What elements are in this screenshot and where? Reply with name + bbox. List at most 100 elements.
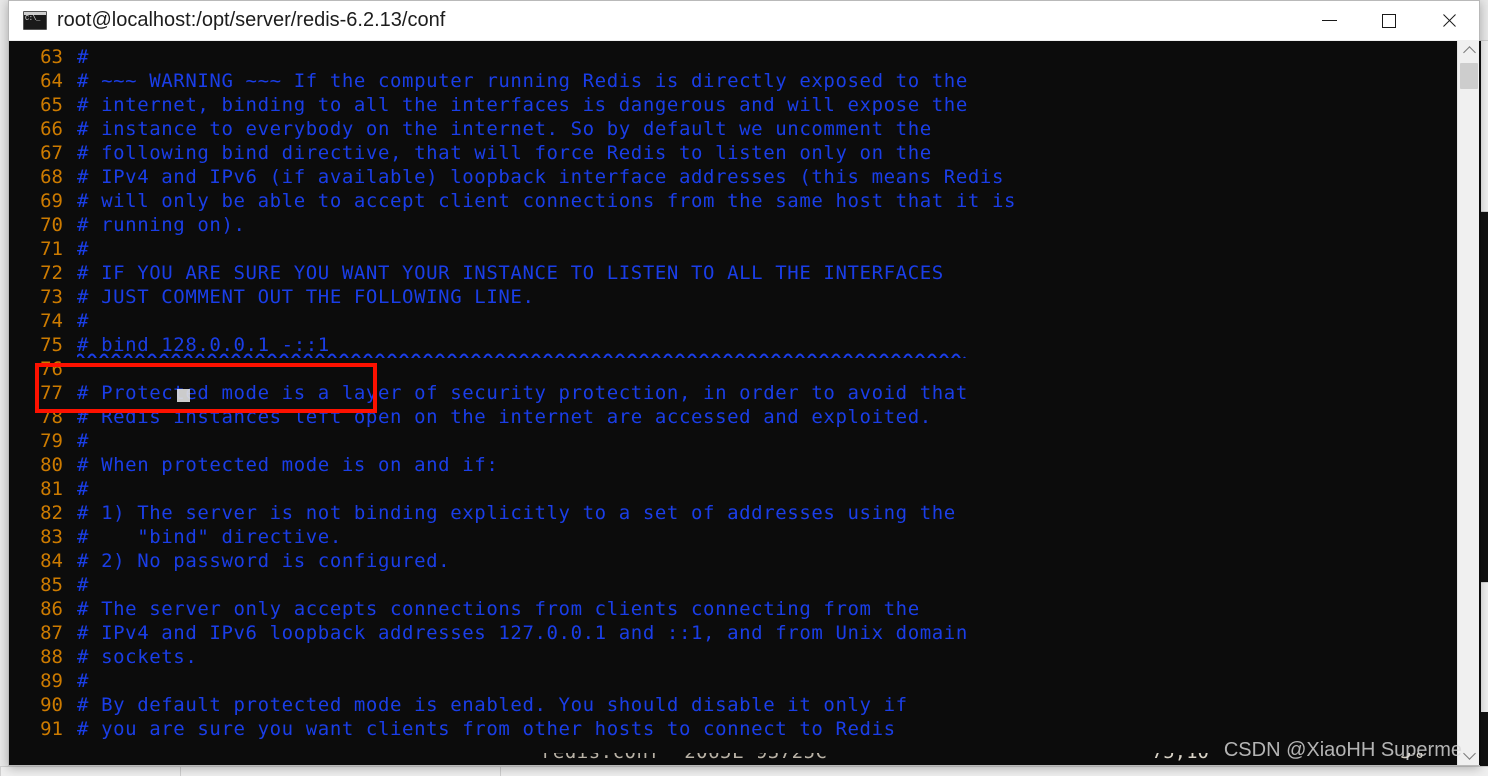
line-number: 78 bbox=[40, 406, 63, 428]
line-number: 91 bbox=[40, 718, 63, 740]
editor-line[interactable]: 84 # 2) No password is configured. bbox=[27, 549, 1016, 573]
maximize-button[interactable] bbox=[1359, 1, 1419, 41]
editor-line[interactable]: 76 bbox=[27, 357, 1016, 381]
maximize-icon bbox=[1382, 13, 1396, 28]
editor-line[interactable]: 73 # JUST COMMENT OUT THE FOLLOWING LINE. bbox=[27, 285, 1016, 309]
line-content: # When protected mode is on and if: bbox=[77, 454, 499, 476]
line-number: 89 bbox=[40, 670, 63, 692]
line-content: # bbox=[77, 430, 90, 452]
line-number: 68 bbox=[40, 166, 63, 188]
editor-line[interactable]: 69 # will only be able to accept client c… bbox=[27, 189, 1016, 213]
line-number: 67 bbox=[40, 142, 63, 164]
editor-line[interactable]: 81 # bbox=[27, 477, 1016, 501]
editor-line[interactable]: 86 # The server only accepts connections … bbox=[27, 597, 1016, 621]
cursor-position-indicator: 75,10 bbox=[1152, 753, 1209, 763]
editor-line[interactable]: 72 # IF YOU ARE SURE YOU WANT YOUR INSTAN… bbox=[27, 261, 1016, 285]
line-content: # will only be able to accept client con… bbox=[77, 190, 1017, 212]
line-number: 69 bbox=[40, 190, 63, 212]
window-titlebar[interactable]: root@localhost:/opt/server/redis-6.2.13/… bbox=[9, 1, 1479, 41]
window-controls bbox=[1299, 1, 1479, 41]
editor-line[interactable]: 71 # bbox=[27, 237, 1016, 261]
editor-line[interactable]: 82 # 1) The server is not binding explici… bbox=[27, 501, 1016, 525]
line-number: 84 bbox=[40, 550, 63, 572]
editor-line[interactable]: 74 # bbox=[27, 309, 1016, 333]
line-content: # sockets. bbox=[77, 646, 198, 668]
scrollbar-thumb[interactable] bbox=[1460, 63, 1478, 89]
window-title: root@localhost:/opt/server/redis-6.2.13/… bbox=[57, 9, 446, 31]
line-number: 87 bbox=[40, 622, 63, 644]
line-number: 82 bbox=[40, 502, 63, 524]
editor-line[interactable]: 67 # following bind directive, that will … bbox=[27, 141, 1016, 165]
scrollbar-down-button[interactable] bbox=[1458, 745, 1480, 765]
editor-line[interactable]: 70 # running on). bbox=[27, 213, 1016, 237]
line-content: # By default protected mode is enabled. … bbox=[77, 694, 908, 716]
line-content: # instance to everybody on the internet.… bbox=[77, 118, 932, 140]
editor-line[interactable]: 83 # "bind" directive. bbox=[27, 525, 1016, 549]
chevron-up-icon bbox=[1462, 46, 1476, 59]
line-content: # The server only accepts connections fr… bbox=[77, 598, 920, 620]
editor-line[interactable]: 63 # bbox=[27, 45, 1016, 69]
status-line-clip: "redis.conf" 2065L 93725C 75,10 3% bbox=[9, 753, 1459, 765]
line-number: 65 bbox=[40, 94, 63, 116]
line-number: 80 bbox=[40, 454, 63, 476]
background-window-bottom-left bbox=[0, 766, 182, 776]
line-number: 85 bbox=[40, 574, 63, 596]
minimize-button[interactable] bbox=[1299, 1, 1359, 41]
editor-line[interactable]: 65 # internet, binding to all the interfa… bbox=[27, 93, 1016, 117]
editor-line[interactable]: 85 # bbox=[27, 573, 1016, 597]
line-number: 74 bbox=[40, 310, 63, 332]
editor-line[interactable]: 90 # By default protected mode is enabled… bbox=[27, 693, 1016, 717]
line-content: # 2) No password is configured. bbox=[77, 550, 451, 572]
editor-line[interactable]: 87 # IPv4 and IPv6 loopback addresses 127… bbox=[27, 621, 1016, 645]
terminal-body[interactable]: 63 #64 # ~~~ WARNING ~~~ If the computer r… bbox=[9, 41, 1481, 765]
line-number: 77 bbox=[40, 382, 63, 404]
line-content: # internet, binding to all the interface… bbox=[77, 94, 968, 116]
line-number: 81 bbox=[40, 478, 63, 500]
background-window-bottom-right bbox=[500, 766, 1488, 776]
line-content: # bbox=[77, 478, 90, 500]
editor-line[interactable]: 88 # sockets. bbox=[27, 645, 1016, 669]
editor-line[interactable]: 91 # you are sure you want clients from o… bbox=[27, 717, 1016, 741]
line-content: # bbox=[77, 574, 90, 596]
scroll-percent-indicator: 3% bbox=[1400, 753, 1423, 763]
editor-line[interactable]: 64 # ~~~ WARNING ~~~ If the computer runn… bbox=[27, 69, 1016, 93]
editor-line[interactable]: 68 # IPv4 and IPv6 (if available) loopbac… bbox=[27, 165, 1016, 189]
background-window-bottom-mid bbox=[180, 766, 502, 776]
editor-line[interactable]: 78 # Redis instances left open on the int… bbox=[27, 405, 1016, 429]
minimize-icon bbox=[1321, 20, 1337, 21]
line-number: 63 bbox=[40, 46, 63, 68]
line-number: 66 bbox=[40, 118, 63, 140]
line-content: # Protected mode is a layer of security … bbox=[77, 382, 968, 404]
line-content: # IF YOU ARE SURE YOU WANT YOUR INSTANCE… bbox=[77, 262, 944, 284]
editor-text-area[interactable]: 63 #64 # ~~~ WARNING ~~~ If the computer r… bbox=[27, 45, 1016, 741]
status-filename: "redis.conf" 2065L 93725C bbox=[529, 753, 827, 763]
editor-line[interactable]: 77 # Protected mode is a layer of securit… bbox=[27, 381, 1016, 405]
terminal-icon bbox=[23, 11, 47, 30]
line-number: 72 bbox=[40, 262, 63, 284]
line-number: 73 bbox=[40, 286, 63, 308]
line-content: # bbox=[77, 310, 90, 332]
line-content: # 1) The server is not binding explicitl… bbox=[77, 502, 956, 524]
line-content: # bind 128.0.0.1 -::1 bbox=[77, 334, 330, 356]
line-number: 75 bbox=[40, 334, 63, 356]
line-number: 79 bbox=[40, 430, 63, 452]
line-content: # you are sure you want clients from oth… bbox=[77, 718, 896, 740]
screen-root: root@localhost:/opt/server/redis-6.2.13/… bbox=[0, 0, 1488, 776]
editor-line[interactable]: 66 # instance to everybody on the interne… bbox=[27, 117, 1016, 141]
line-content: # JUST COMMENT OUT THE FOLLOWING LINE. bbox=[77, 286, 535, 308]
line-content: # IPv4 and IPv6 loopback addresses 127.0… bbox=[77, 622, 968, 644]
editor-line[interactable]: 80 # When protected mode is on and if: bbox=[27, 453, 1016, 477]
line-number: 86 bbox=[40, 598, 63, 620]
line-content: # Redis instances left open on the inter… bbox=[77, 406, 932, 428]
close-button[interactable] bbox=[1419, 1, 1479, 41]
line-content: # bbox=[77, 670, 90, 692]
line-content: # "bind" directive. bbox=[77, 526, 342, 548]
editor-line[interactable]: 75 # bind 128.0.0.1 -::1 bbox=[27, 333, 1016, 357]
editor-line[interactable]: 79 # bbox=[27, 429, 1016, 453]
line-content: # ~~~ WARNING ~~~ If the computer runnin… bbox=[77, 70, 968, 92]
line-number: 70 bbox=[40, 214, 63, 236]
scrollbar-up-button[interactable] bbox=[1458, 41, 1480, 61]
vertical-scrollbar[interactable] bbox=[1457, 41, 1479, 765]
editor-line[interactable]: 89 # bbox=[27, 669, 1016, 693]
line-number: 76 bbox=[40, 358, 63, 380]
